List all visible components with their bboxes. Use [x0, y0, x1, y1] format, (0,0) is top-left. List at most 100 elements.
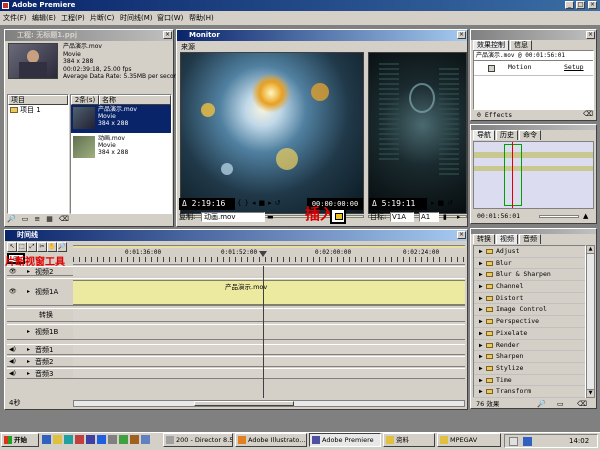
quicklaunch-icon[interactable] — [97, 435, 106, 444]
overlay-icon[interactable]: ▮ — [443, 211, 447, 223]
expand-icon[interactable]: ▶ — [479, 304, 483, 315]
expand-icon[interactable]: ▶ — [479, 258, 483, 269]
taskbar-item[interactable]: MPEGAV — [437, 433, 501, 447]
effect-folder[interactable]: ▶ Blur & Sharpen — [474, 269, 585, 282]
timeline-clip[interactable]: 产品演示.mov — [73, 280, 465, 305]
tab-effect-controls[interactable]: 效果控制 — [473, 40, 509, 50]
insert-button-icon[interactable]: ▬ — [267, 211, 274, 223]
delete-icon[interactable]: ⌫ — [59, 215, 69, 225]
clip-list-item[interactable]: 产品演示.mov Movie 384 x 288 — [71, 105, 171, 133]
program-timecode[interactable]: Δ 5:19:11 — [369, 198, 427, 210]
edit-line-marker[interactable] — [259, 251, 267, 257]
eye-icon[interactable]: 👁 — [9, 267, 17, 277]
expand-icon[interactable]: ▶ — [479, 246, 483, 257]
work-area-bar[interactable] — [73, 245, 465, 248]
effect-folder[interactable]: ▶ Transform — [474, 386, 585, 398]
stop-icon[interactable]: ■ — [258, 199, 265, 207]
expand-icon[interactable]: ▸ — [27, 325, 30, 339]
menu-project[interactable]: 工程(P) — [61, 11, 85, 25]
mark-in-icon[interactable]: { — [237, 199, 241, 207]
expand-icon[interactable]: ▶ — [479, 363, 483, 374]
menu-edit[interactable]: 编辑(E) — [32, 11, 56, 25]
clip-list-item[interactable]: 动画.mov Movie 384 x 288 — [71, 134, 171, 162]
tab-video[interactable]: 视频 — [496, 234, 518, 244]
razor-tool[interactable]: ✂ — [37, 242, 47, 252]
timeline-ruler[interactable]: 0:01:36:00 0:01:52:00 0:02:00:00 0:02:24… — [73, 243, 465, 265]
tab-navigator[interactable]: 导航 — [473, 130, 495, 140]
zoom-slider[interactable] — [539, 215, 579, 218]
timeline-close-button[interactable]: × — [457, 231, 466, 239]
selection-tool[interactable]: ↖ — [7, 242, 17, 252]
speaker-icon[interactable]: ◀) — [9, 369, 16, 379]
timeline-hscroll[interactable] — [73, 400, 465, 407]
speaker-icon[interactable]: ◀) — [9, 357, 16, 367]
target-audio-select[interactable]: A1 — [419, 212, 439, 222]
navigator-preview[interactable] — [473, 141, 594, 209]
quicklaunch-icon[interactable] — [64, 435, 73, 444]
effect-folder[interactable]: ▶ Perspective — [474, 316, 585, 328]
monitor-close-button[interactable]: × — [457, 31, 466, 39]
taskbar-item-active[interactable]: Adobe Premiere — [309, 433, 381, 447]
expand-icon[interactable]: ▸ — [27, 279, 30, 305]
range-select-tool[interactable]: ⬚ — [17, 242, 27, 252]
effect-folder[interactable]: ▶ Distort — [474, 293, 585, 305]
taskbar-item[interactable]: Adobe Illustrato... — [235, 433, 307, 447]
minimize-button[interactable]: _ — [565, 1, 574, 9]
quicklaunch-icon[interactable] — [108, 435, 117, 444]
expand-icon[interactable]: ▸ — [27, 357, 30, 367]
bin-item[interactable]: 项目 1 — [8, 105, 68, 115]
menu-window[interactable]: 窗口(W) — [157, 11, 183, 25]
bin-header[interactable]: 项目 — [8, 95, 68, 105]
eye-icon[interactable]: 👁 — [9, 279, 17, 305]
effect-folder[interactable]: ▶ Adjust — [474, 246, 585, 258]
insert-highlight-button[interactable] — [330, 208, 346, 224]
effect-folder[interactable]: ▶ Time — [474, 375, 585, 387]
find-effect-icon[interactable]: 🔎 — [537, 399, 546, 409]
list-view-icon[interactable]: ≡ — [34, 215, 40, 225]
new-folder-icon[interactable]: ▭ — [557, 399, 564, 409]
effect-folder[interactable]: ▶ Pixelate — [474, 328, 585, 340]
motion-checkbox[interactable] — [488, 65, 495, 72]
bin-icon[interactable]: ▭ — [22, 215, 29, 225]
program-menu-icon[interactable]: ▸ — [457, 211, 461, 223]
effect-delete-icon[interactable]: ⌫ — [583, 110, 593, 118]
step-back-icon[interactable]: ◂ — [252, 199, 256, 207]
expand-icon[interactable]: ▶ — [479, 340, 483, 351]
quicklaunch-icon[interactable] — [130, 435, 139, 444]
tab-history[interactable]: 历史 — [496, 130, 518, 140]
effect-folder[interactable]: ▶ Render — [474, 340, 585, 352]
expand-icon[interactable]: ▶ — [479, 316, 483, 327]
quicklaunch-icon[interactable] — [53, 435, 62, 444]
effect-folder[interactable]: ▶ Channel — [474, 281, 585, 293]
effect-folder[interactable]: ▶ Sharpen — [474, 351, 585, 363]
hand-tool[interactable]: ✋ — [47, 242, 57, 252]
name-header[interactable]: 名称 — [99, 95, 171, 105]
expand-icon[interactable]: ▶ — [479, 281, 483, 292]
quicklaunch-icon[interactable] — [141, 435, 150, 444]
ime-icon[interactable] — [523, 437, 532, 446]
menu-clip[interactable]: 片断(C) — [90, 11, 114, 25]
stop-icon[interactable]: ■ — [438, 199, 445, 207]
expand-icon[interactable]: ▶ — [479, 351, 483, 362]
menu-help[interactable]: 帮助(H) — [189, 11, 214, 25]
source-clip-select[interactable]: 动画.mov — [201, 212, 265, 222]
menu-file[interactable]: 文件(F) — [3, 11, 27, 25]
zoom-in-icon[interactable]: ▲ — [583, 211, 588, 222]
taskbar-item[interactable]: 200 - Director 8.5 — [163, 433, 233, 447]
source-video[interactable] — [180, 52, 364, 214]
project-close-button[interactable]: × — [163, 31, 172, 39]
tab-audio[interactable]: 音频 — [519, 234, 541, 244]
block-select-tool[interactable]: ⤢ — [27, 242, 37, 252]
target-video-select[interactable]: V1A — [390, 212, 414, 222]
program-video[interactable] — [368, 52, 467, 214]
effect-folder[interactable]: ▶ Image Control — [474, 304, 585, 317]
delete-effect-icon[interactable]: ⌫ — [577, 399, 587, 409]
effects-scrollbar[interactable]: ▲ ▼ — [586, 245, 595, 398]
zoom-level[interactable]: 4秒 — [7, 399, 20, 407]
zoom-tool[interactable]: 🔎 — [57, 242, 67, 252]
menu-timeline[interactable]: 时间线(M) — [120, 11, 153, 25]
expand-icon[interactable]: ▸ — [27, 267, 30, 277]
tab-info[interactable]: 信息 — [510, 40, 532, 50]
expand-icon[interactable]: ▶ — [479, 293, 483, 304]
expand-icon[interactable]: ▶ — [479, 328, 483, 339]
